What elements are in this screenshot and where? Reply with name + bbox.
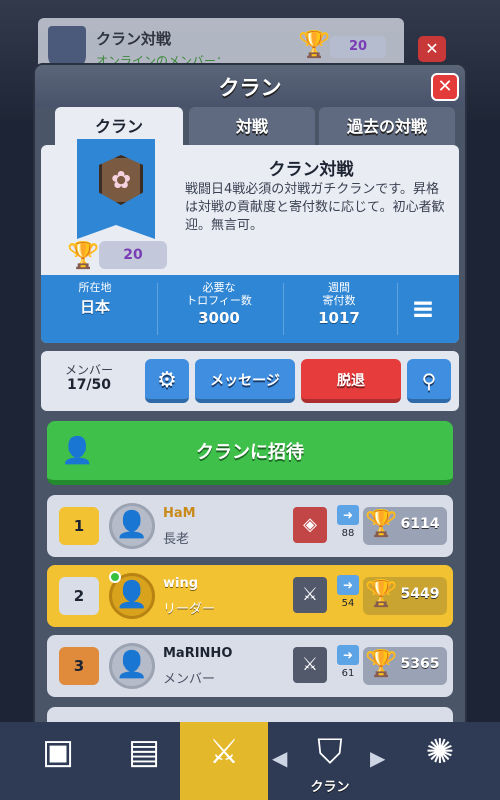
divider [283, 283, 284, 335]
stat-value: 1017 [318, 309, 360, 327]
member-row[interactable]: 1 👤 HaM 長老 ◈ ➜ 88 🏆 6114 [47, 495, 453, 557]
message-button[interactable]: メッセージ [195, 359, 295, 403]
arena-icon: ⚔ [293, 577, 327, 613]
search-icon: ⚲ [421, 369, 437, 393]
online-indicator [109, 571, 121, 583]
member-name: wing [163, 576, 199, 591]
member-name: HaM [163, 506, 196, 521]
modal-header: クラン ✕ [35, 65, 465, 107]
member-name: MaRINHO [163, 646, 233, 661]
member-trophies: 6114 [400, 516, 440, 532]
close-button[interactable]: ✕ [431, 73, 459, 101]
member-trophies: 5365 [400, 656, 440, 672]
stat-label: 必要な トロフィー数 [186, 281, 252, 307]
background-close-icon: ✕ [418, 36, 446, 62]
avatar: 👤 [109, 643, 155, 689]
members-toolbar: メンバー 17/50 ⚙ メッセージ 脱退 ⚲ [41, 351, 459, 411]
clan-shield-icon: ⛉ [317, 732, 343, 772]
cards-icon: ▤ [127, 732, 161, 772]
nav-clan-label: クラン [310, 780, 350, 795]
background-trophy-count: 20 [330, 36, 386, 58]
stat-value: 日本 [79, 298, 110, 316]
clan-modal: クラン ✕ クラン 対戦 過去の対戦 ✿ 🏆 20 クラン対戦 戦闘日4戦必須の… [33, 63, 467, 735]
member-role: リーダー [163, 602, 216, 617]
nav-cards[interactable]: ▤ [100, 722, 188, 800]
member-donations: 88 [341, 528, 355, 539]
stat-location: 所在地 日本 [45, 281, 145, 317]
clan-description: 戦闘日4戦必須の対戦ガチクランです。昇格は対戦の貢献度と寄付数に応じて。初心者歓… [185, 182, 445, 233]
sakura-icon: ✿ [110, 166, 132, 194]
member-trophy-box: 🏆 5449 [363, 577, 447, 615]
sort-list-icon[interactable]: ≡ [403, 289, 443, 329]
invite-button[interactable]: 👤 クランに招待 [47, 421, 453, 485]
divider [397, 283, 398, 335]
clan-info-panel: ✿ 🏆 20 クラン対戦 戦闘日4戦必須の対戦ガチクランです。昇格は対戦の貢献度… [41, 139, 459, 343]
member-role: メンバー [163, 672, 216, 687]
search-button[interactable]: ⚲ [407, 359, 451, 403]
member-row[interactable]: 2 👤 wing リーダー ⚔ ➜ 54 🏆 5449 [47, 565, 453, 627]
member-donations: 54 [341, 598, 355, 609]
trophy-icon: 🏆 [298, 30, 331, 60]
member-rank: 3 [59, 647, 99, 685]
stat-required-trophies: 必要な トロフィー数 3000 [163, 281, 275, 327]
avatar: 👤 [109, 503, 155, 549]
arena-icon: ◈ [293, 507, 327, 543]
donation-icon: ➜ [337, 645, 359, 665]
stat-weekly-donations: 週間 寄付数 1017 [289, 281, 389, 327]
member-role: 長老 [163, 532, 190, 547]
event-badge-icon: ✺ [425, 732, 455, 772]
divider [157, 283, 158, 335]
tab-past-wars[interactable]: 過去の対戦 [319, 107, 455, 147]
member-rank: 1 [59, 507, 99, 545]
crossed-swords-icon: ⚔ [208, 732, 240, 772]
donation-icon: ➜ [337, 575, 359, 595]
arrow-right-icon[interactable]: ▶ [370, 746, 385, 770]
members-label-text: メンバー [64, 363, 113, 377]
nav-events[interactable]: ✺ [396, 722, 484, 800]
gear-icon: ⚙ [157, 368, 177, 393]
nav-clan[interactable]: ⛉ クラン [286, 722, 374, 800]
clan-name: クラン対戦 [268, 160, 354, 180]
member-trophies: 5449 [400, 586, 440, 602]
clan-trophy-count: 20 [99, 241, 167, 269]
member-donations: 61 [341, 668, 355, 679]
member-count: 17/50 [66, 377, 112, 393]
trophy-icon: 🏆 [67, 241, 100, 271]
tab-war[interactable]: 対戦 [189, 107, 315, 147]
arena-icon: ⚔ [293, 647, 327, 683]
invite-label: クランに招待 [196, 442, 304, 463]
donation-icon: ➜ [337, 505, 359, 525]
bottom-nav: ▣ ▤ ⚔ ◀ ⛉ クラン ▶ ✺ [0, 722, 500, 800]
treasure-chest-icon: ▣ [41, 732, 75, 772]
nav-shop[interactable]: ▣ [14, 722, 102, 800]
settings-button[interactable]: ⚙ [145, 359, 189, 403]
nav-battle[interactable]: ⚔ [180, 722, 268, 800]
stat-value: 3000 [198, 309, 240, 327]
clan-stats-strip: 所在地 日本 必要な トロフィー数 3000 週間 寄付数 1017 ≡ [41, 275, 459, 343]
leave-button[interactable]: 脱退 [301, 359, 401, 403]
modal-title: クラン [218, 76, 282, 100]
member-row[interactable]: 3 👤 MaRINHO メンバー ⚔ ➜ 61 🏆 5365 [47, 635, 453, 697]
member-trophy-box: 🏆 6114 [363, 507, 447, 545]
stat-label: 所在地 [78, 281, 112, 294]
background-card-title: クラン対戦 [96, 30, 172, 48]
member-trophy-box: 🏆 5365 [363, 647, 447, 685]
stat-label: 週間 寄付数 [322, 281, 356, 307]
members-label: メンバー 17/50 [49, 363, 129, 393]
member-rank: 2 [59, 577, 99, 615]
